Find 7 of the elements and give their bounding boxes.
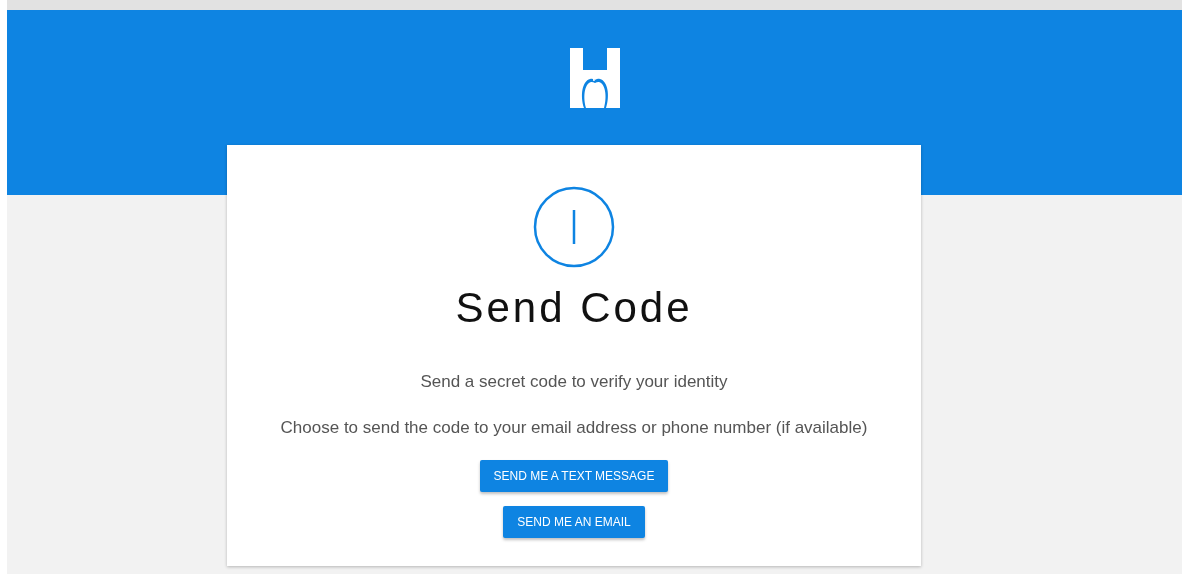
send-button[interactable]: SEND ME A TEXT MESSAGE — [479, 460, 669, 492]
description-text: Send a secret code to verify your identity — [420, 372, 728, 392]
info-icon — [533, 186, 615, 268]
description-text: Choose to send the code to your email address or phone number (if available) — [280, 418, 868, 438]
page-title: Send Code — [455, 284, 693, 332]
logo-icon — [569, 48, 620, 108]
send-button[interactable]: SEND ME AN EMAIL — [503, 506, 645, 538]
